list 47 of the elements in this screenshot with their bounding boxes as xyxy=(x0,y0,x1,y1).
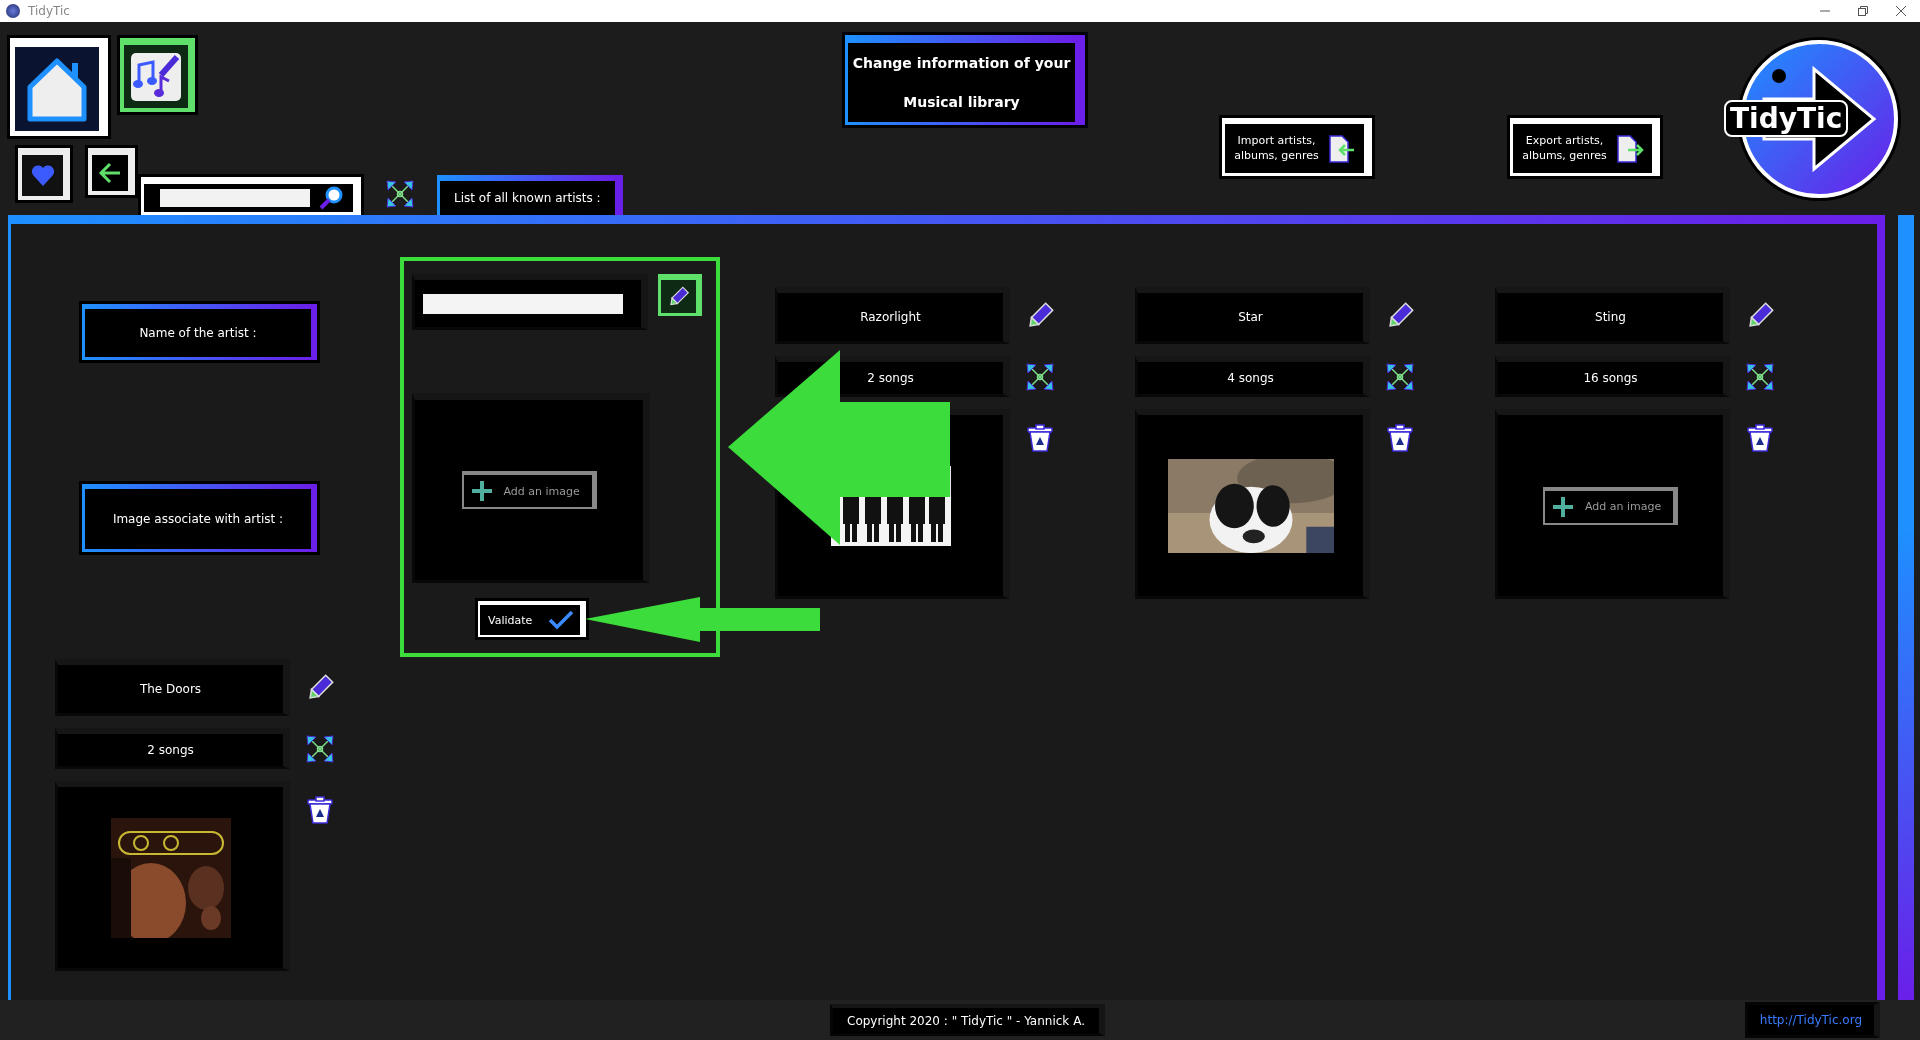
song-count: 2 songs xyxy=(55,728,290,769)
expand-icon[interactable] xyxy=(1745,361,1775,392)
expand-icon[interactable] xyxy=(1385,361,1415,392)
artists-list-tab[interactable]: List of all known artists : xyxy=(437,175,623,215)
music-edit-button[interactable] xyxy=(120,38,195,112)
expand-icon[interactable] xyxy=(385,179,415,209)
add-image-button[interactable]: Add an image xyxy=(461,471,597,509)
back-button[interactable] xyxy=(88,148,135,195)
expand-icon[interactable] xyxy=(1025,361,1055,392)
restore-icon[interactable] xyxy=(1858,6,1868,16)
trash-icon[interactable] xyxy=(305,795,335,825)
checkmark-icon xyxy=(548,610,574,630)
trash-icon[interactable] xyxy=(1385,423,1415,453)
search-icon[interactable] xyxy=(318,185,344,211)
edit-button[interactable] xyxy=(658,274,702,316)
favorites-button[interactable] xyxy=(18,148,70,200)
artist-name: The Doors xyxy=(55,659,290,716)
name-input[interactable] xyxy=(423,293,623,314)
close-icon[interactable] xyxy=(1896,6,1906,16)
website-link[interactable]: http://TidyTic.org xyxy=(1744,1002,1880,1038)
expand-icon[interactable] xyxy=(305,733,335,764)
export-button[interactable]: Export artists, albums, genres xyxy=(1510,118,1660,176)
back-arrow-icon xyxy=(98,162,122,184)
validate-button[interactable]: Validate xyxy=(478,601,586,637)
add-image-button[interactable]: Add an image xyxy=(1543,486,1678,525)
artist-name: Star xyxy=(1135,287,1370,344)
song-count: 16 songs xyxy=(1495,356,1730,397)
copyright-text: Copyright 2020 : " TidyTic " - Yannick A. xyxy=(830,1004,1105,1036)
trash-icon[interactable] xyxy=(1025,423,1055,453)
field-label: Name of the artist : xyxy=(82,304,317,360)
field-label: Image associate with artist : xyxy=(82,484,317,552)
plus-icon xyxy=(469,479,494,503)
trash-icon[interactable] xyxy=(1745,423,1775,453)
heart-icon xyxy=(30,164,55,187)
music-notes-icon xyxy=(131,52,181,101)
page-title: Change information of your Musical library xyxy=(845,35,1085,125)
home-button[interactable] xyxy=(10,38,108,136)
plus-icon xyxy=(1551,494,1575,519)
artist-name: Sting xyxy=(1495,287,1730,344)
window-title: TidyTic xyxy=(28,4,70,18)
artist-name: Razorlight xyxy=(775,287,1010,344)
logo-text: TidyTic xyxy=(1724,100,1849,137)
app-icon xyxy=(6,4,20,18)
song-count: 4 songs xyxy=(1135,356,1370,397)
scroll-bar[interactable] xyxy=(1898,215,1914,1000)
search-field[interactable] xyxy=(160,189,310,207)
import-button[interactable]: Import artists, albums, genres xyxy=(1222,118,1372,176)
